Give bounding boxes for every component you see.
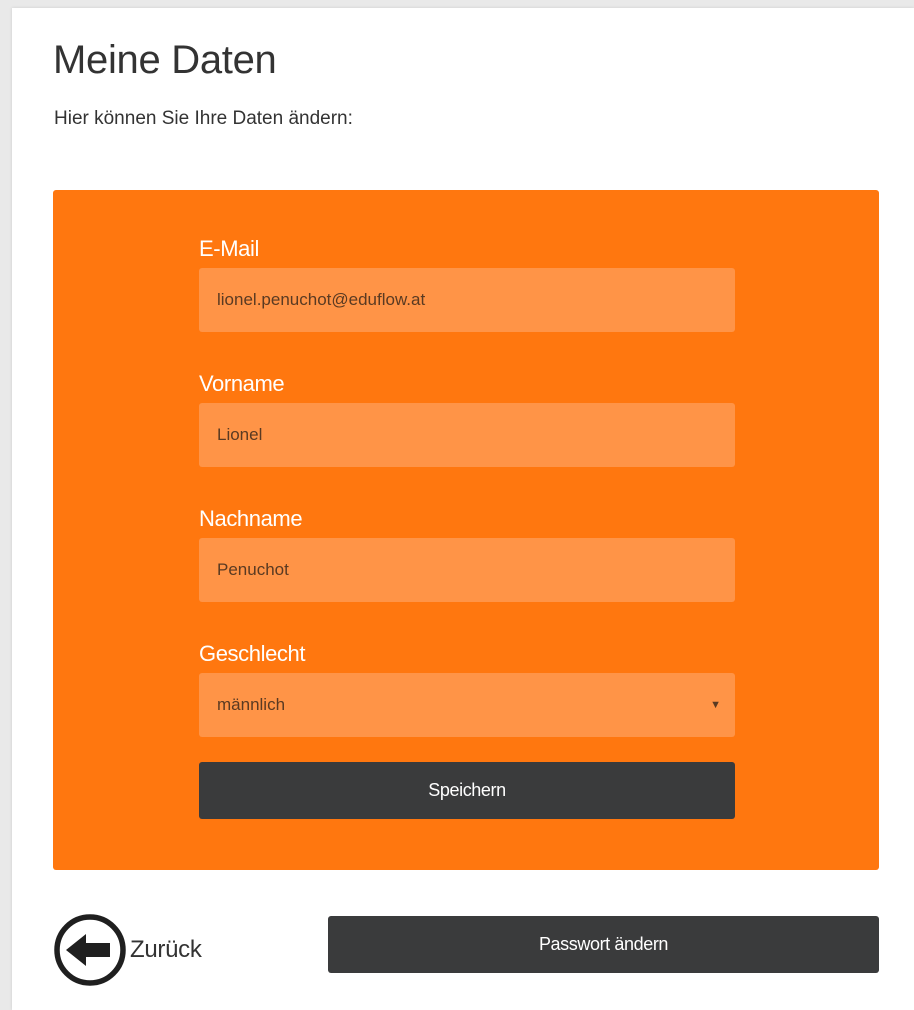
- firstname-field[interactable]: [199, 403, 735, 467]
- gender-selected-value: männlich: [217, 695, 286, 714]
- gender-select[interactable]: männlich ▼: [199, 673, 735, 737]
- page-subtitle: Hier können Sie Ihre Daten ändern:: [54, 108, 353, 129]
- lastname-field[interactable]: [199, 538, 735, 602]
- back-link[interactable]: Zurück: [52, 912, 202, 988]
- save-button[interactable]: Speichern: [199, 762, 735, 819]
- profile-form: E-Mail Vorname Nachname Geschlecht männl…: [53, 190, 879, 870]
- firstname-label: Vorname: [199, 371, 285, 396]
- page-title: Meine Daten: [53, 38, 277, 82]
- caret-down-icon: ▼: [710, 699, 721, 711]
- back-label: Zurück: [130, 936, 202, 963]
- gender-label: Geschlecht: [199, 641, 306, 666]
- email-field[interactable]: [199, 268, 735, 332]
- change-password-button[interactable]: Passwort ändern: [328, 916, 879, 973]
- profile-page: Meine Daten Hier können Sie Ihre Daten ä…: [12, 8, 914, 1010]
- arrow-left-circle-icon: [54, 914, 126, 986]
- lastname-label: Nachname: [199, 506, 303, 531]
- email-label: E-Mail: [199, 236, 259, 261]
